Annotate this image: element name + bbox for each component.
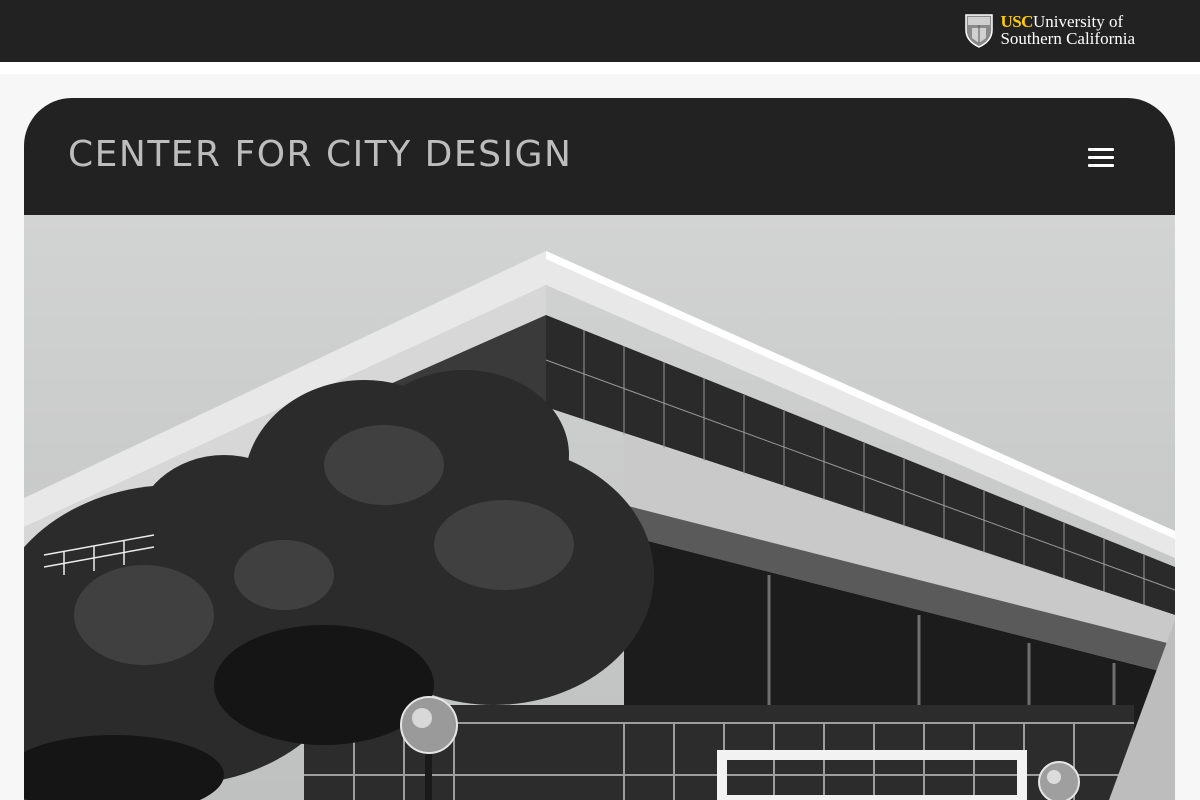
site-header: CENTER FOR CITY DESIGN: [24, 98, 1175, 215]
site-title[interactable]: CENTER FOR CITY DESIGN: [68, 134, 572, 175]
usc-logo[interactable]: USCUniversity of Southern California: [964, 10, 1135, 50]
hero-image: [24, 215, 1175, 800]
hamburger-menu-icon[interactable]: [1088, 148, 1114, 168]
divider-strip: [0, 62, 1200, 74]
top-bar: USCUniversity of Southern California: [0, 0, 1200, 62]
main-card: CENTER FOR CITY DESIGN: [24, 98, 1175, 800]
usc-line2: Southern California: [1000, 29, 1135, 48]
usc-shield-icon: [964, 12, 994, 48]
